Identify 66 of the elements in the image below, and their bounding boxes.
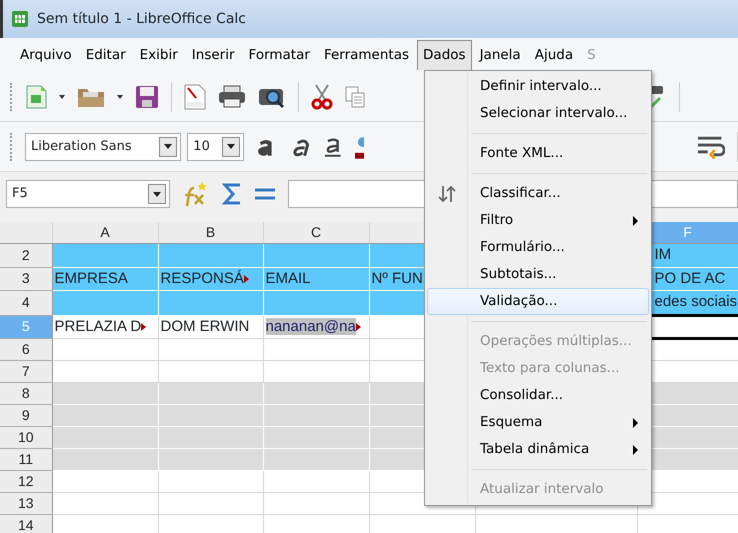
column-header[interactable]: C <box>263 222 369 244</box>
row-header[interactable]: 8 <box>0 382 52 404</box>
menu-item[interactable]: Tabela dinâmica <box>427 436 649 463</box>
caret-icon <box>153 192 161 196</box>
cell-text: PO DE AC <box>654 270 726 286</box>
spreadsheet-app-icon <box>11 10 29 28</box>
row-header[interactable]: 12 <box>0 470 52 492</box>
caret-icon[interactable] <box>117 94 123 98</box>
table-cell: DOM ERWIN <box>158 315 263 338</box>
window-title: Sem título 1 - LibreOffice Calc <box>37 10 246 28</box>
row-header[interactable]: 6 <box>0 338 52 360</box>
save-icon[interactable] <box>135 84 159 108</box>
row-header[interactable]: 3 <box>0 267 52 290</box>
column-header[interactable]: B <box>158 222 263 244</box>
dropdown-button[interactable] <box>148 184 166 204</box>
caret-icon[interactable] <box>59 94 65 98</box>
row-header[interactable]: 11 <box>0 448 52 470</box>
name-box[interactable]: F5 <box>6 180 170 208</box>
copy-icon[interactable] <box>345 86 365 108</box>
new-spreadsheet-icon[interactable] <box>25 84 47 108</box>
row-header[interactable]: 14 <box>0 514 52 533</box>
menu-item[interactable]: Fonte XML... <box>427 140 649 167</box>
cell-text: EMPRESA <box>54 270 128 286</box>
dropdown-button[interactable] <box>222 136 240 156</box>
caret-icon <box>164 144 172 149</box>
scissors-icon[interactable] <box>311 84 333 110</box>
menu-item[interactable]: Formatar <box>242 40 316 70</box>
font-size-field[interactable]: 10 <box>187 132 244 160</box>
sum-icon[interactable] <box>222 182 242 206</box>
printer-icon[interactable] <box>218 84 246 108</box>
row-header[interactable]: 9 <box>0 404 52 426</box>
menu-item[interactable]: Arquivo <box>14 40 78 70</box>
caret-icon <box>227 144 236 149</box>
table-cell: PRELAZIA D <box>52 315 158 338</box>
table-cell: nananan@na <box>263 315 369 338</box>
sort-icon <box>438 184 456 202</box>
row-header[interactable]: 13 <box>0 492 52 514</box>
dropdown-button[interactable] <box>159 136 178 156</box>
font-name-field[interactable]: Liberation Sans <box>24 132 182 160</box>
menu-item[interactable]: Dados <box>417 40 472 70</box>
row-header[interactable]: 4 <box>0 290 52 315</box>
menu-item[interactable]: Editar <box>80 40 132 70</box>
column-header[interactable]: A <box>52 222 158 244</box>
row-header[interactable]: 7 <box>0 360 52 382</box>
menu-item[interactable]: Esquema <box>427 409 649 436</box>
pdf-export-icon[interactable] <box>184 84 206 110</box>
cell-text: IM <box>654 246 672 263</box>
row-header[interactable]: 2 <box>0 244 52 267</box>
menu-item[interactable]: Validação... <box>427 288 649 315</box>
menu-item[interactable]: Exibir <box>134 40 184 70</box>
menu-item[interactable]: Inserir <box>186 40 241 70</box>
wrap-text-icon[interactable] <box>696 134 726 158</box>
equals-icon[interactable] <box>254 187 276 201</box>
cell-text: RESPONSÁ <box>160 270 244 286</box>
menu-item[interactable]: Classificar... <box>427 180 649 207</box>
menu-item[interactable]: Ferramentas <box>318 40 416 70</box>
menu-item[interactable]: Consolidar... <box>427 382 649 409</box>
menu-item[interactable]: Subtotais... <box>427 261 649 288</box>
cell-text: Nº FUN <box>372 270 423 286</box>
menu-item[interactable]: Definir intervalo... <box>427 73 649 100</box>
cell-text: EMAIL <box>266 270 311 286</box>
menu-item[interactable]: Selecionar intervalo... <box>427 100 649 127</box>
cell-text: edes sociais <box>654 293 737 310</box>
menu-item[interactable]: Ajuda <box>528 40 580 70</box>
row-header[interactable]: 10 <box>0 426 52 448</box>
menu-item[interactable]: Janela <box>474 40 527 70</box>
